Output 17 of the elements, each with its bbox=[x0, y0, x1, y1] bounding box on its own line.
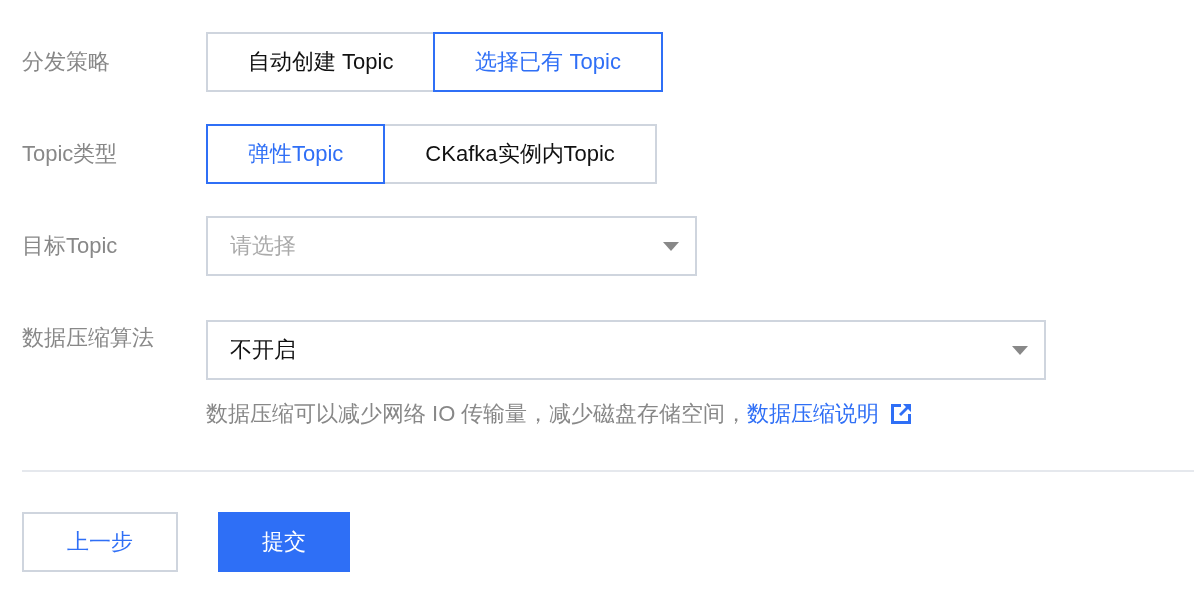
field-label: 数据压缩算法 bbox=[22, 324, 155, 352]
submit-button[interactable]: 提交 bbox=[218, 512, 350, 572]
help-text: 数据压缩可以减少网络 IO 传输量，减少磁盘存储空间，数据压缩说明 bbox=[206, 398, 1046, 430]
back-button[interactable]: 上一步 bbox=[22, 512, 178, 572]
field-label: 分发策略 bbox=[22, 48, 111, 76]
segment-tab[interactable]: 自动创建 Topic bbox=[206, 32, 436, 92]
segment-tab[interactable]: CKafka实例内Topic bbox=[383, 124, 657, 184]
caret-icon bbox=[663, 241, 679, 251]
docs-link[interactable]: 数据压缩说明 bbox=[747, 398, 880, 430]
field-label: 目标Topic bbox=[22, 232, 119, 260]
field-label: Topic类型 bbox=[22, 140, 119, 168]
segment-tab[interactable]: 弹性Topic bbox=[206, 124, 386, 184]
select-field[interactable]: 请选择 bbox=[206, 216, 697, 276]
external-link-icon bbox=[891, 404, 912, 424]
caret-icon bbox=[1012, 345, 1028, 355]
segment-tab[interactable]: 选择已有 Topic bbox=[433, 32, 663, 92]
select-field[interactable]: 不开启 bbox=[206, 320, 1046, 380]
